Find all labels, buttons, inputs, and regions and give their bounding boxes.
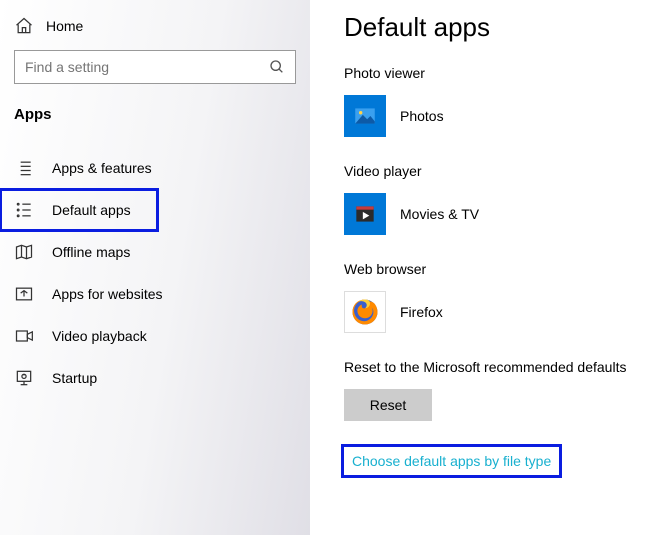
app-name: Firefox bbox=[400, 304, 443, 320]
sidebar-item-label: Offline maps bbox=[52, 244, 130, 260]
home-nav[interactable]: Home bbox=[0, 10, 310, 46]
apps-features-icon bbox=[14, 158, 34, 178]
default-app-firefox[interactable]: Firefox bbox=[344, 291, 641, 333]
reset-section: Reset to the Microsoft recommended defau… bbox=[344, 359, 641, 421]
video-playback-icon bbox=[14, 326, 34, 346]
sidebar-item-label: Startup bbox=[52, 370, 97, 386]
movies-tv-icon bbox=[344, 193, 386, 235]
default-app-movies-tv[interactable]: Movies & TV bbox=[344, 193, 641, 235]
sidebar-item-video-playback[interactable]: Video playback bbox=[0, 315, 310, 357]
sidebar-item-label: Video playback bbox=[52, 328, 147, 344]
sidebar-item-label: Apps for websites bbox=[52, 286, 163, 302]
search-input[interactable] bbox=[14, 50, 296, 84]
sidebar-item-apps-features[interactable]: Apps & features bbox=[0, 147, 310, 189]
settings-sidebar: Home Apps Apps & features bbox=[0, 0, 310, 535]
firefox-icon bbox=[344, 291, 386, 333]
search-field[interactable] bbox=[25, 59, 269, 75]
default-app-photos[interactable]: Photos bbox=[344, 95, 641, 137]
search-icon bbox=[269, 59, 285, 75]
sidebar-item-default-apps[interactable]: Default apps bbox=[0, 189, 158, 231]
reset-label: Reset to the Microsoft recommended defau… bbox=[344, 359, 641, 375]
app-name: Photos bbox=[400, 108, 444, 124]
main-panel: Default apps Photo viewer Photos Video p… bbox=[310, 0, 651, 535]
sidebar-section-title: Apps bbox=[0, 102, 310, 141]
sidebar-item-offline-maps[interactable]: Offline maps bbox=[0, 231, 310, 273]
default-apps-icon bbox=[14, 200, 34, 220]
category-label: Video player bbox=[344, 163, 641, 179]
sidebar-item-label: Apps & features bbox=[52, 160, 152, 176]
offline-maps-icon bbox=[14, 242, 34, 262]
category-photo-viewer: Photo viewer Photos bbox=[344, 65, 641, 137]
category-label: Web browser bbox=[344, 261, 641, 277]
home-label: Home bbox=[46, 18, 83, 34]
page-title: Default apps bbox=[344, 12, 641, 43]
photos-icon bbox=[344, 95, 386, 137]
sidebar-item-label: Default apps bbox=[52, 202, 131, 218]
reset-button[interactable]: Reset bbox=[344, 389, 432, 421]
apps-websites-icon bbox=[14, 284, 34, 304]
sidebar-item-apps-websites[interactable]: Apps for websites bbox=[0, 273, 310, 315]
startup-icon bbox=[14, 368, 34, 388]
category-label: Photo viewer bbox=[344, 65, 641, 81]
sidebar-nav: Apps & features Default apps Offline map… bbox=[0, 141, 310, 399]
category-web-browser: Web browser Firefox bbox=[344, 261, 641, 333]
choose-by-file-type-link[interactable]: Choose default apps by file type bbox=[344, 447, 559, 475]
app-name: Movies & TV bbox=[400, 206, 479, 222]
sidebar-item-startup[interactable]: Startup bbox=[0, 357, 310, 399]
category-video-player: Video player Movies & TV bbox=[344, 163, 641, 235]
home-icon bbox=[14, 16, 34, 36]
